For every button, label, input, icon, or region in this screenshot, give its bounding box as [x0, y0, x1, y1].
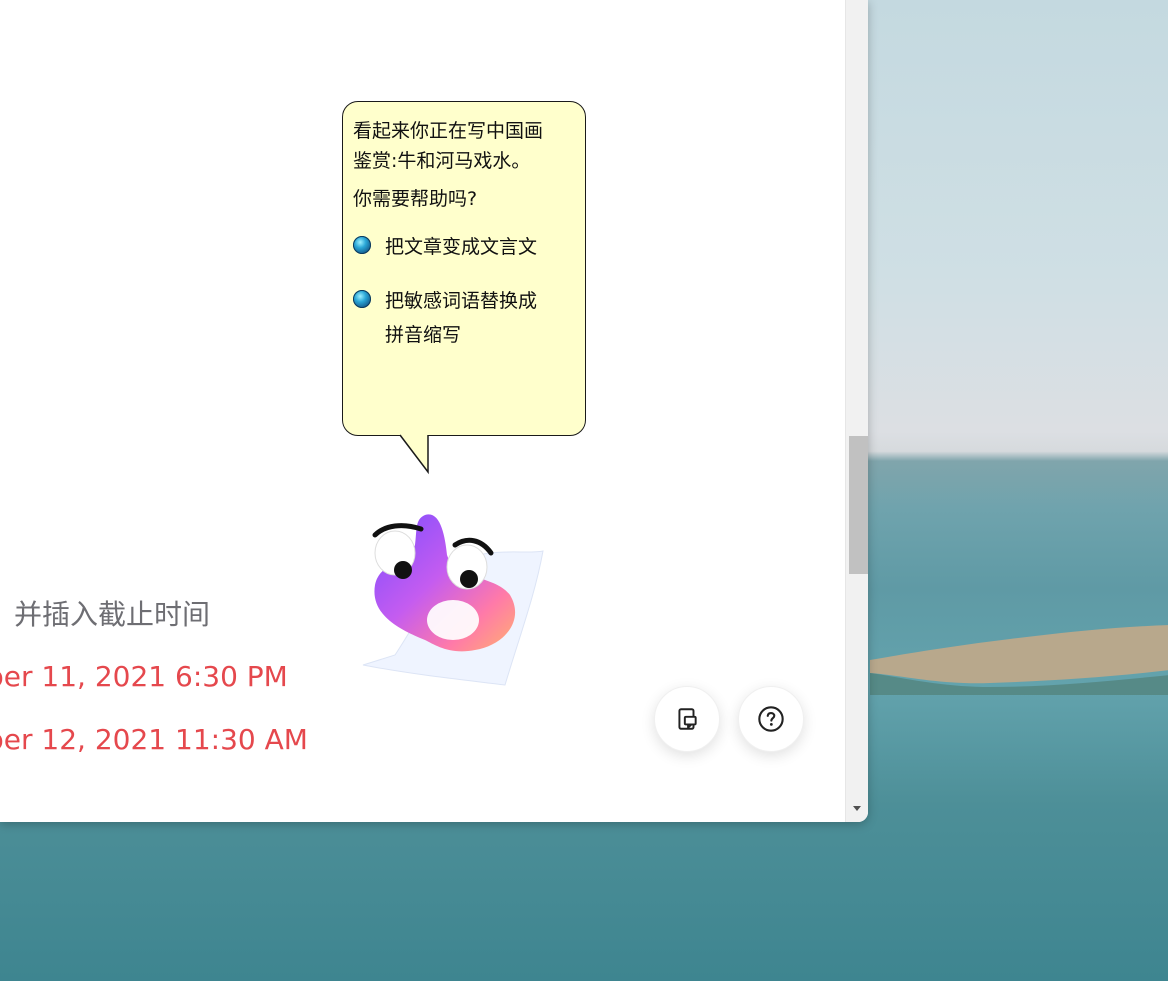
doc-text-line: ，并插入截止时间	[0, 598, 211, 631]
assistant-message-line-1: 看起来你正在写中国画	[353, 120, 544, 142]
notes-button[interactable]	[654, 686, 720, 752]
assistant-option-replace-sensitive-words[interactable]: 把敏感词语替换成 拼音缩写	[353, 284, 575, 352]
note-icon	[678, 708, 697, 730]
help-button[interactable]	[738, 686, 804, 752]
help-circle-icon	[758, 706, 784, 732]
scroll-down-arrow-icon[interactable]	[853, 806, 861, 811]
deadline-date-1: ber 11, 2021 6:30 PM	[0, 660, 288, 693]
speech-bubble-tail	[399, 434, 429, 475]
assistant-message-line-2: 鉴赏:牛和河马戏水。	[353, 150, 531, 172]
option-bullet-icon	[353, 236, 371, 254]
wallpaper-island	[870, 625, 1168, 695]
option-bullet-icon	[353, 290, 371, 308]
option-label: 把敏感词语替换成 拼音缩写	[385, 290, 538, 346]
assistant-mascot-icon[interactable]	[355, 505, 555, 695]
assistant-speech-bubble: 看起来你正在写中国画 鉴赏:牛和河马戏水。 你需要帮助吗? 把文章变成文言文 把…	[342, 101, 586, 436]
vertical-scrollbar[interactable]	[845, 0, 868, 822]
option-label: 把文章变成文言文	[385, 236, 538, 258]
assistant-option-classical-chinese[interactable]: 把文章变成文言文	[353, 230, 575, 264]
assistant-question: 你需要帮助吗?	[353, 188, 478, 210]
scrollbar-thumb[interactable]	[849, 436, 868, 574]
document-window: ，并插入截止时间 ber 11, 2021 6:30 PM ber 12, 20…	[0, 0, 868, 822]
deadline-date-2: ber 12, 2021 11:30 AM	[0, 723, 308, 756]
